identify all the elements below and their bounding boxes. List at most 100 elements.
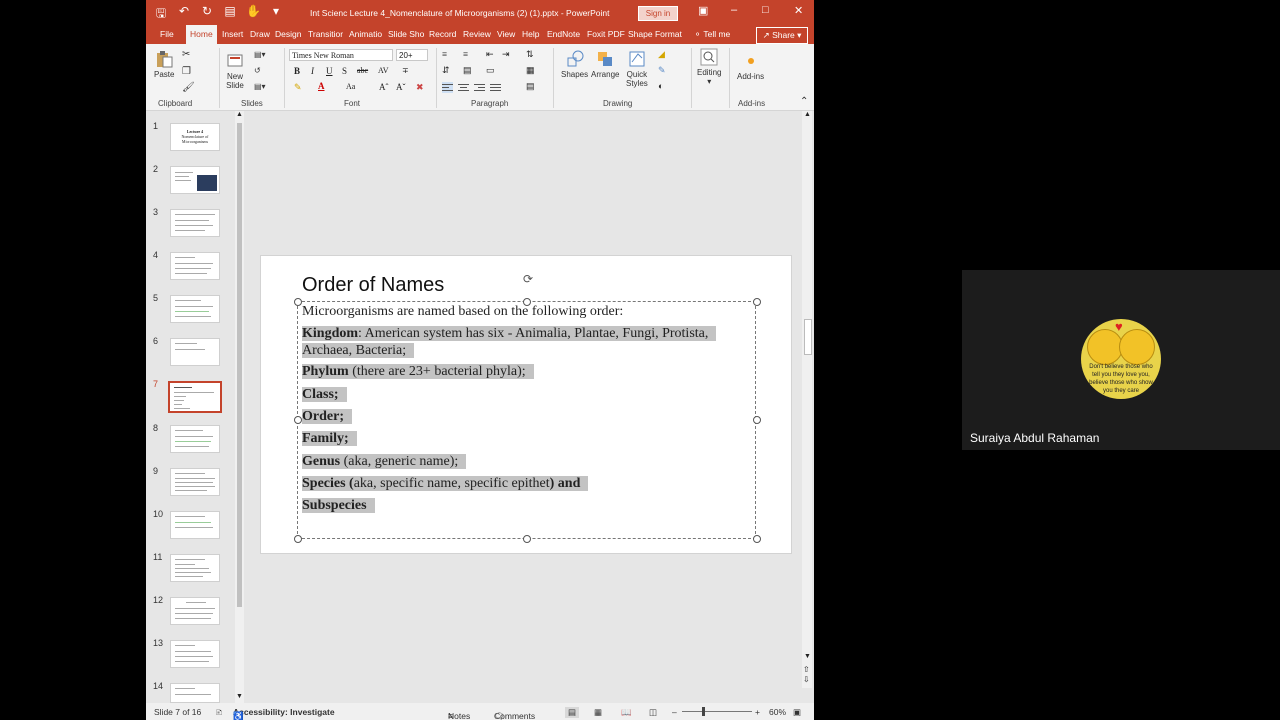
resize-handle[interactable] [753, 416, 761, 424]
resize-handle[interactable] [523, 535, 531, 543]
shadow-button[interactable]: S [342, 66, 347, 76]
align-text-icon[interactable]: ▭ [486, 65, 495, 76]
tab-foxit-pdf[interactable]: Foxit PDF [587, 29, 625, 39]
rotate-handle-icon[interactable]: ⟳ [523, 272, 533, 286]
zoom-level[interactable]: 60% [769, 707, 786, 717]
editor-scrollbar[interactable]: ▲ ▼ ⇧ ⇩ [802, 111, 812, 688]
slide-thumbnail-10[interactable] [170, 511, 220, 539]
font-size-box[interactable]: 20+ [396, 49, 428, 61]
slide-show-icon[interactable]: ◫ [649, 707, 657, 718]
increase-indent-icon[interactable]: ⇥ [502, 49, 510, 60]
zoom-slider[interactable] [682, 711, 752, 712]
font-color-button[interactable]: A [318, 81, 325, 91]
shape-outline-icon[interactable]: ✎ [658, 65, 666, 76]
align-right-icon[interactable] [474, 82, 485, 93]
text-direction-icon[interactable]: ⇅ [526, 49, 534, 60]
slide-thumbnail-14[interactable] [170, 683, 220, 703]
section-icon[interactable]: ▤▾ [254, 82, 266, 91]
slide-thumbnail-4[interactable] [170, 252, 220, 280]
redo-icon[interactable]: ↻ [200, 4, 214, 25]
new-slide-button[interactable]: New Slide [226, 52, 244, 90]
zoom-in-icon[interactable]: + [755, 707, 760, 717]
tab-view[interactable]: View [497, 29, 515, 39]
strikethrough-button[interactable]: abc [357, 66, 368, 75]
slide-thumbnail-7[interactable] [168, 381, 222, 413]
zoom-slider-thumb[interactable] [702, 707, 705, 716]
tab-help[interactable]: Help [522, 29, 539, 39]
scroll-down-icon[interactable]: ▼ [804, 653, 811, 660]
tab-shape-format[interactable]: Shape Format [628, 29, 682, 39]
ribbon-display-icon[interactable]: ▣ [698, 4, 708, 17]
shrink-font-button[interactable]: Aˇ [396, 82, 406, 92]
spellcheck-icon[interactable]: 🗈 [216, 707, 222, 720]
layout-icon[interactable]: ▤▾ [254, 50, 266, 59]
bullets-icon[interactable]: ≡ [442, 49, 447, 59]
align-left-icon[interactable] [442, 82, 453, 93]
scroll-down-icon[interactable]: ▼ [236, 693, 243, 700]
share-button[interactable]: ↗ Share ▾ [756, 27, 808, 44]
slide-canvas[interactable]: Order of Names ⟳ Microorganisms are name… [260, 255, 792, 554]
quick-styles-button[interactable]: Quick Styles [626, 50, 648, 88]
tell-me-search[interactable]: ⚬ Tell me [694, 29, 730, 40]
shape-effects-icon[interactable]: ◐ [658, 81, 663, 91]
character-spacing-button[interactable]: AV [378, 66, 389, 75]
addins-button[interactable]: Add-ins [737, 52, 764, 81]
distributed-icon[interactable]: ▤ [526, 81, 535, 92]
next-slide-icon[interactable]: ⇩ [803, 675, 810, 684]
accessibility-status[interactable]: ♿ Accessibility: Investigate [233, 707, 335, 720]
columns-icon[interactable]: ▤ [463, 65, 472, 76]
resize-handle[interactable] [294, 416, 302, 424]
slide-thumbnail-5[interactable] [170, 295, 220, 323]
arrange-button[interactable]: Arrange [591, 50, 619, 79]
smartart-icon[interactable]: ▦ [526, 65, 535, 76]
slide-sorter-icon[interactable]: ▦ [594, 707, 602, 718]
normal-view-icon[interactable]: ▤ [565, 707, 580, 718]
thumbnails-scrollbar[interactable]: ▲ ▼ [235, 111, 244, 703]
italic-button[interactable]: I [311, 66, 314, 76]
paste-button[interactable]: Paste [154, 50, 174, 79]
line-spacing-icon[interactable]: ⇵ [442, 65, 450, 76]
collapse-ribbon-icon[interactable]: ⌃ [800, 96, 808, 107]
align-center-icon[interactable] [458, 82, 469, 93]
scrollbar-thumb[interactable] [237, 123, 242, 607]
shapes-button[interactable]: Shapes [561, 50, 588, 79]
sign-in-button[interactable]: Sign in [638, 6, 678, 21]
resize-handle[interactable] [294, 535, 302, 543]
justify-icon[interactable] [490, 82, 501, 93]
tab-home[interactable]: Home [186, 25, 217, 44]
tab-insert[interactable]: Insert [222, 29, 243, 39]
slide-title[interactable]: Order of Names [302, 274, 444, 297]
minimize-icon[interactable]: – [731, 4, 737, 16]
previous-slide-icon[interactable]: ⇧ [803, 665, 810, 674]
bold-button[interactable]: B [294, 66, 300, 76]
tab-endnote[interactable]: EndNote [547, 29, 580, 39]
scroll-up-icon[interactable]: ▲ [236, 111, 243, 118]
grow-font-button[interactable]: Aˆ [379, 82, 389, 92]
numbering-icon[interactable]: ≡ [463, 49, 468, 59]
resize-handle[interactable] [294, 298, 302, 306]
slide-thumbnail-11[interactable] [170, 554, 220, 582]
cut-icon[interactable]: ✂ [182, 49, 190, 60]
slide-thumbnail-3[interactable] [170, 209, 220, 237]
reset-icon[interactable]: ↺ [254, 66, 261, 75]
reading-view-icon[interactable]: 📖 [621, 707, 632, 718]
slide-thumbnail-6[interactable] [170, 338, 220, 366]
clear-formatting-icon[interactable]: ✖ [416, 82, 424, 93]
tab-file[interactable]: File [160, 29, 174, 39]
slide-thumbnail-13[interactable] [170, 640, 220, 668]
change-case-button[interactable]: Aa [346, 82, 355, 91]
highlight-icon[interactable]: ✎ [294, 82, 302, 93]
editing-button[interactable]: Editing ▾ [697, 48, 721, 86]
slide-thumbnail-9[interactable] [170, 468, 220, 496]
close-icon[interactable]: ✕ [794, 4, 803, 17]
tab-review[interactable]: Review [463, 29, 491, 39]
customize-qat-icon[interactable]: ▾ [269, 4, 283, 25]
present-icon[interactable]: ▤ [223, 4, 237, 25]
format-painter-icon[interactable]: 🖌 [182, 82, 195, 93]
tab-draw[interactable]: Draw [250, 29, 270, 39]
tab-record[interactable]: Record [429, 29, 456, 39]
zoom-out-icon[interactable]: – [672, 707, 677, 717]
resize-handle[interactable] [753, 298, 761, 306]
save-icon[interactable]: 🖫 [154, 4, 168, 25]
font-name-box[interactable]: Times New Roman [289, 49, 393, 61]
